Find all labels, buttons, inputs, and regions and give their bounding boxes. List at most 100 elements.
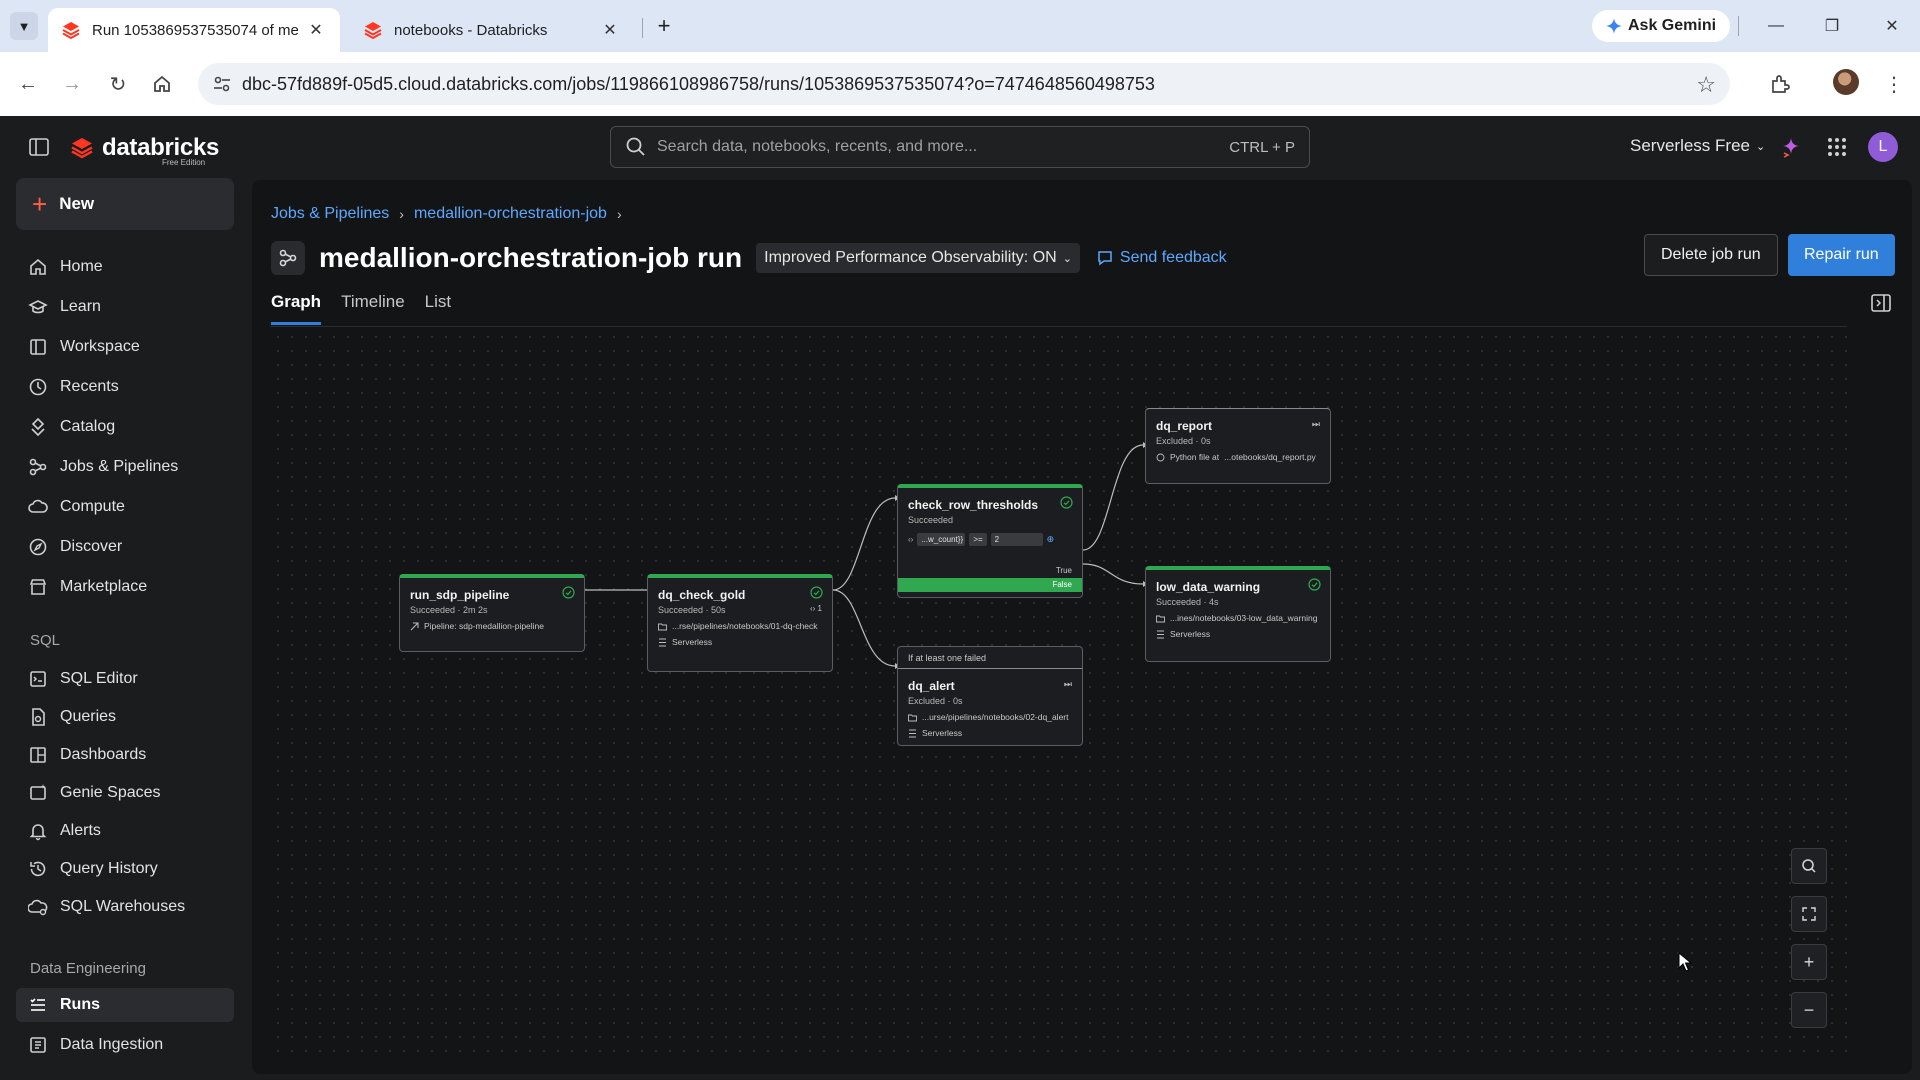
sidebar-item-learn[interactable]: Learn bbox=[16, 290, 234, 324]
task-detail: Pipeline: sdp-medallion-pipeline bbox=[424, 621, 545, 631]
global-search-input[interactable]: Search data, notebooks, recents, and mor… bbox=[610, 126, 1310, 168]
restore-icon[interactable]: ❐ bbox=[1812, 12, 1852, 40]
sidebar-item-jobs-pipelines[interactable]: Jobs & Pipelines bbox=[16, 450, 234, 484]
tab-list[interactable]: List bbox=[425, 292, 451, 325]
user-avatar[interactable]: L bbox=[1868, 132, 1898, 162]
chevron-right-icon: › bbox=[399, 206, 404, 222]
site-settings-icon[interactable] bbox=[212, 74, 232, 94]
sidebar-item-alerts[interactable]: Alerts bbox=[16, 814, 234, 848]
ask-gemini-button[interactable]: Ask Gemini bbox=[1592, 10, 1731, 42]
zoom-in-button[interactable]: + bbox=[1791, 944, 1827, 980]
task-node-check-row-thresholds[interactable]: check_row_thresholds Succeeded ‹› ...w_c… bbox=[897, 484, 1083, 598]
sidebar-item-discover[interactable]: Discover bbox=[16, 530, 234, 564]
repair-run-button[interactable]: Repair run bbox=[1788, 234, 1895, 276]
sidebar-item-marketplace[interactable]: Marketplace bbox=[16, 570, 234, 604]
zoom-search-icon[interactable]: ⊕ bbox=[1047, 534, 1055, 545]
sidebar-item-genie-spaces[interactable]: Genie Spaces bbox=[16, 776, 234, 810]
serverless-icon bbox=[659, 638, 666, 646]
workspace-name: Serverless Free bbox=[1630, 136, 1750, 155]
breadcrumb-jobs-pipelines[interactable]: Jobs & Pipelines bbox=[271, 205, 389, 223]
side-panel-toggle-icon[interactable] bbox=[1870, 292, 1892, 314]
extensions-icon[interactable] bbox=[1768, 72, 1792, 96]
python-file-icon bbox=[1156, 453, 1165, 461]
graph-search-button[interactable] bbox=[1791, 848, 1827, 884]
breadcrumb-job[interactable]: medallion-orchestration-job bbox=[414, 205, 607, 223]
serverless-icon bbox=[1157, 630, 1164, 638]
task-node-dq-report[interactable]: dq_report Excluded · 0s ⏭ Python file at… bbox=[1145, 408, 1331, 484]
sidebar-item-data-ingestion[interactable]: Data Ingestion bbox=[16, 1028, 234, 1062]
close-tab-icon[interactable]: ✕ bbox=[600, 20, 620, 40]
delete-job-run-button[interactable]: Delete job run bbox=[1644, 234, 1778, 276]
folder-icon bbox=[908, 714, 917, 721]
close-window-icon[interactable]: ✕ bbox=[1872, 12, 1912, 40]
new-button[interactable]: + New bbox=[16, 178, 234, 230]
tab-search-icon[interactable]: ▼ bbox=[10, 12, 38, 40]
back-icon[interactable]: ← bbox=[16, 72, 40, 96]
sidebar-item-label: Compute bbox=[60, 498, 125, 515]
success-check-icon bbox=[810, 586, 823, 599]
send-feedback-link[interactable]: Send feedback bbox=[1096, 249, 1227, 267]
sidebar-item-runs[interactable]: Runs bbox=[16, 988, 234, 1022]
minimize-icon[interactable]: — bbox=[1756, 12, 1796, 40]
graph-canvas[interactable]: run_sdp_pipeline Succeeded · 2m 2s Pipel… bbox=[271, 330, 1847, 1060]
sidebar-item-compute[interactable]: Compute bbox=[16, 490, 234, 524]
forward-icon[interactable]: → bbox=[60, 72, 84, 96]
sidebar-item-query-history[interactable]: Query History bbox=[16, 852, 234, 886]
apps-grid-icon[interactable] bbox=[1826, 136, 1848, 158]
task-status: Succeeded · 2m 2s bbox=[410, 605, 488, 615]
browser-profile-avatar[interactable] bbox=[1833, 69, 1859, 95]
sidebar-item-dashboards[interactable]: Dashboards bbox=[16, 738, 234, 772]
zoom-out-button[interactable]: − bbox=[1791, 992, 1827, 1028]
mouse-cursor-icon bbox=[1678, 952, 1692, 972]
new-tab-button[interactable]: + bbox=[650, 12, 678, 40]
folder-icon bbox=[1156, 615, 1165, 622]
sidebar-item-queries[interactable]: Queries bbox=[16, 700, 234, 734]
browser-tab-run[interactable]: Run 1053869537535074 of medallion-orches… bbox=[48, 8, 340, 52]
chevron-right-icon: › bbox=[616, 206, 622, 222]
new-label: New bbox=[59, 194, 95, 213]
sidebar-item-workspace[interactable]: Workspace bbox=[16, 330, 234, 364]
sidebar-toggle-icon[interactable] bbox=[28, 136, 50, 158]
send-feedback-label: Send feedback bbox=[1119, 249, 1227, 266]
sidebar-item-sql-warehouses[interactable]: SQL Warehouses bbox=[16, 890, 234, 924]
excluded-skip-icon: ⏭ bbox=[1311, 419, 1320, 429]
observability-label: Improved Performance Observability: ON bbox=[764, 249, 1057, 266]
sidebar-item-label: Jobs & Pipelines bbox=[60, 458, 179, 475]
home-icon[interactable] bbox=[150, 72, 174, 96]
browser-tab-title: Run 1053869537535074 of medallion-orches… bbox=[92, 21, 298, 39]
pipeline-icon bbox=[410, 622, 419, 630]
tabs-divider bbox=[271, 326, 1847, 327]
observability-toggle[interactable]: Improved Performance Observability: ON ⌄ bbox=[756, 243, 1080, 273]
browser-tab-notebooks[interactable]: notebooks - Databricks ✕ bbox=[350, 8, 634, 52]
fit-view-button[interactable] bbox=[1791, 896, 1827, 932]
close-tab-icon[interactable]: ✕ bbox=[306, 20, 326, 40]
graduation-cap-icon bbox=[28, 300, 48, 314]
task-node-low-data-warning[interactable]: low_data_warning Succeeded · 4s ...ines/… bbox=[1145, 566, 1331, 662]
bookmark-star-icon[interactable]: ☆ bbox=[1696, 72, 1716, 98]
browser-menu-icon[interactable]: ⋮ bbox=[1882, 72, 1906, 96]
sidebar-item-recents[interactable]: Recents bbox=[16, 370, 234, 404]
tab-timeline[interactable]: Timeline bbox=[341, 292, 405, 325]
url-bar[interactable]: dbc-57fd889f-05d5.cloud.databricks.com/j… bbox=[198, 63, 1730, 105]
browser-tab-title: notebooks - Databricks bbox=[394, 21, 548, 39]
sidebar-item-catalog[interactable]: Catalog bbox=[16, 410, 234, 444]
sidebar-item-label: Marketplace bbox=[60, 578, 148, 595]
sidebar-item-label: Workspace bbox=[60, 338, 140, 355]
browser-tabstrip: ▼ Run 1053869537535074 of medallion-orch… bbox=[0, 0, 1920, 52]
task-compute: Serverless bbox=[922, 728, 963, 738]
sidebar-item-sql-editor[interactable]: SQL Editor bbox=[16, 662, 234, 696]
tab-graph[interactable]: Graph bbox=[271, 292, 322, 325]
task-node-run-sdp-pipeline[interactable]: run_sdp_pipeline Succeeded · 2m 2s Pipel… bbox=[399, 574, 585, 652]
task-name: dq_report bbox=[1156, 419, 1213, 433]
edge-false-to-warning bbox=[1082, 563, 1144, 585]
page-title: medallion-orchestration-job run bbox=[319, 242, 743, 273]
sidebar-item-home[interactable]: Home bbox=[16, 250, 234, 284]
task-node-dq-check-gold[interactable]: dq_check_gold Succeeded · 50s ‹› 1 ...rs… bbox=[647, 574, 833, 672]
reload-icon[interactable]: ↻ bbox=[106, 72, 130, 96]
excluded-skip-icon: ⏭ bbox=[1063, 679, 1072, 689]
sidebar-item-label: Runs bbox=[60, 996, 100, 1013]
assistant-sparkle-icon[interactable] bbox=[1780, 136, 1802, 158]
task-node-dq-alert[interactable]: dq_alert Excluded · 0s ⏭ ...urse/pipelin… bbox=[897, 668, 1083, 746]
search-placeholder: Search data, notebooks, recents, and mor… bbox=[657, 138, 978, 155]
workspace-switcher[interactable]: Serverless Free ⌄ bbox=[1630, 136, 1765, 156]
